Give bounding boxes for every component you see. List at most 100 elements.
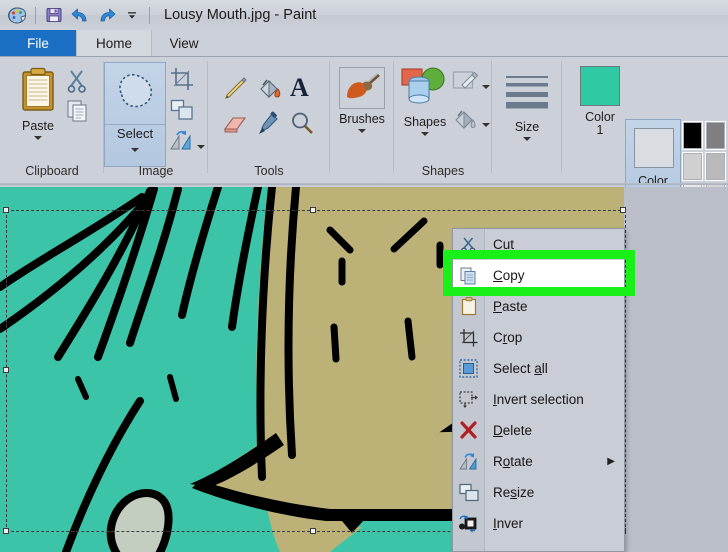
paint-window: Lousy Mouth.jpg - Paint File Home View P… [0, 0, 728, 552]
copy-pages-icon [66, 99, 90, 128]
brushes-dropdown-caret[interactable] [358, 129, 366, 133]
rotate-dropdown-caret[interactable] [197, 144, 205, 149]
magnifier-button[interactable] [290, 111, 314, 140]
rotate-button[interactable] [168, 129, 205, 158]
brushes-button[interactable]: Brushes [339, 67, 385, 133]
tab-home[interactable]: Home [76, 30, 152, 57]
context-menu-label: Resize [493, 485, 535, 500]
free-form-selection-icon [105, 67, 165, 115]
context-menu-item-resize[interactable]: Resize [453, 477, 624, 508]
select-dropdown-caret[interactable] [131, 148, 139, 152]
context-menu-item-invert-color[interactable]: Inver [453, 508, 624, 539]
selection-handle[interactable] [310, 528, 316, 534]
color1-swatch[interactable] [580, 66, 620, 106]
pencil-tool-button[interactable] [222, 76, 248, 107]
context-menu-label: Select all [493, 361, 548, 376]
paint-palette-icon[interactable] [4, 3, 30, 27]
eraser-tool-button[interactable] [222, 113, 248, 140]
resize-icon [453, 477, 484, 508]
context-menu-item-invert-selection[interactable]: Invert selection [453, 384, 624, 415]
tab-file[interactable]: File [0, 30, 76, 57]
color2-swatch[interactable] [634, 128, 674, 168]
group-label-tools: Tools [254, 164, 284, 178]
color-picker-button[interactable] [256, 111, 280, 142]
selection-handle[interactable] [3, 528, 9, 534]
ribbon: Paste Clipboard Select Image A Tools Bru… [0, 57, 728, 215]
color1-button[interactable]: Color 1 [572, 66, 628, 137]
canvas-workspace[interactable]: Cut Copy Paste Crop Select all Invert se… [0, 187, 728, 552]
fill-bucket-icon [452, 107, 480, 136]
save-icon[interactable] [41, 3, 67, 27]
select-split-divider [105, 124, 165, 125]
shape-outline-button[interactable] [452, 69, 490, 98]
paste-dropdown-caret[interactable] [34, 136, 42, 140]
text-tool-button[interactable]: A [290, 75, 309, 101]
select-all-icon [453, 353, 484, 384]
group-label-image: Image [138, 164, 174, 178]
color1-sub: 1 [596, 123, 604, 137]
context-menu-label: Invert selection [493, 392, 584, 407]
eraser-icon [222, 113, 248, 140]
shapes-button[interactable]: Shapes [397, 65, 453, 136]
ribbon-group-brushes: Brushes [330, 57, 394, 183]
selection-handle[interactable] [3, 207, 9, 213]
crop-button[interactable] [170, 67, 194, 96]
context-menu-item-delete[interactable]: Delete [453, 415, 624, 446]
group-label-shapes: Shapes [421, 164, 465, 178]
title-divider [149, 6, 150, 24]
shapes-dropdown-caret[interactable] [421, 132, 429, 136]
resize-button[interactable] [170, 99, 194, 126]
outline-pen-icon [452, 69, 480, 98]
palette-swatch[interactable] [682, 152, 703, 181]
cut-button[interactable] [66, 69, 88, 98]
customize-chevron-icon[interactable] [119, 3, 145, 27]
context-menu-label: Delete [493, 423, 533, 438]
brushes-label: Brushes [339, 112, 385, 126]
selection-handle[interactable] [310, 207, 316, 213]
submenu-arrow-icon: ▶ [607, 456, 615, 467]
ribbon-group-clipboard: Paste Clipboard [0, 57, 104, 183]
color2-label: Color [638, 174, 668, 188]
shape-fill-button[interactable] [452, 107, 490, 136]
rotate-flip-icon [168, 129, 194, 158]
shapes-gallery-icon [400, 65, 450, 114]
copy-highlight-box [443, 250, 635, 296]
context-menu-item-rotate[interactable]: Rotate ▶ [453, 446, 624, 477]
context-menu-label: Rotate [493, 454, 533, 469]
redo-icon[interactable] [93, 3, 119, 27]
group-label-clipboard: Clipboard [25, 164, 79, 178]
undo-icon[interactable] [67, 3, 93, 27]
fill-with-color-icon [256, 76, 282, 107]
resize-icon [170, 99, 194, 126]
context-menu-label: Paste [493, 299, 528, 314]
fill-tool-button[interactable] [256, 76, 282, 107]
paste-label: Paste [22, 119, 54, 133]
ribbon-group-shapes: Shapes Shapes [394, 57, 492, 183]
copy-button[interactable] [66, 99, 90, 128]
size-button[interactable]: Size [503, 71, 551, 141]
crop-icon [170, 67, 194, 96]
context-menu-label: Inver [493, 516, 524, 531]
selection-handle[interactable] [620, 207, 626, 213]
palette-swatch[interactable] [705, 152, 726, 181]
selection-handle[interactable] [3, 367, 9, 373]
qat-divider [35, 6, 36, 24]
ribbon-group-tools: A Tools [208, 57, 330, 183]
context-menu-item-crop[interactable]: Crop [453, 322, 624, 353]
tab-view[interactable]: View [150, 30, 218, 57]
line-thickness-icon [504, 71, 550, 116]
select-tool-button[interactable]: Select [104, 62, 166, 167]
rotate-flip-icon [453, 446, 484, 477]
shape-fill-caret[interactable] [482, 122, 490, 127]
palette-swatch[interactable] [705, 121, 726, 150]
shape-outline-caret[interactable] [482, 84, 490, 89]
scissors-icon [66, 69, 88, 98]
title-bar: Lousy Mouth.jpg - Paint [0, 0, 728, 30]
palette-swatch[interactable] [682, 121, 703, 150]
paintbrush-icon [339, 67, 385, 109]
size-label: Size [514, 120, 540, 134]
ribbon-group-size: Size [492, 57, 562, 183]
size-dropdown-caret[interactable] [523, 137, 531, 141]
paste-button[interactable]: Paste [12, 67, 64, 140]
context-menu-item-select-all[interactable]: Select all [453, 353, 624, 384]
